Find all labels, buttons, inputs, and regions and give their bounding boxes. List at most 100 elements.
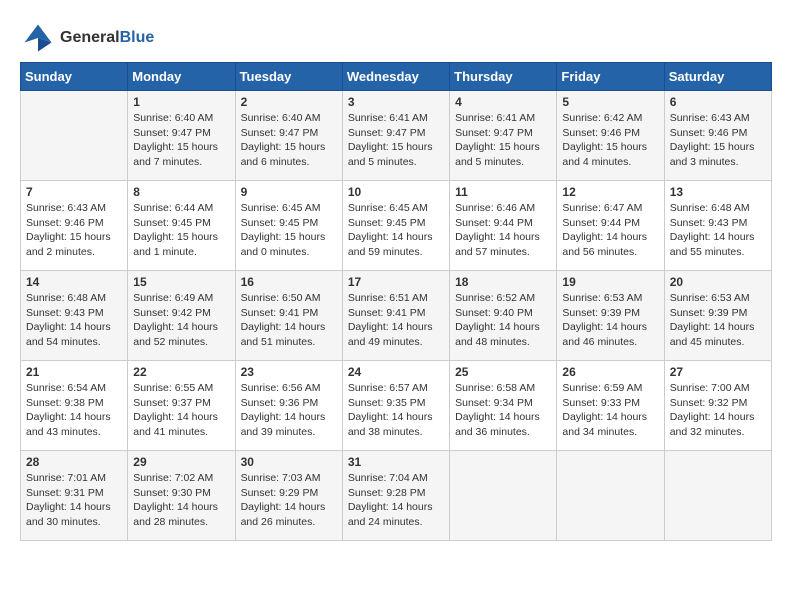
calendar-cell: 27 Sunrise: 7:00 AM Sunset: 9:32 PM Dayli… [664,361,771,451]
day-info: Sunrise: 6:48 AM Sunset: 9:43 PM Dayligh… [26,291,122,350]
day-info: Sunrise: 6:55 AM Sunset: 9:37 PM Dayligh… [133,381,229,440]
calendar-cell: 21 Sunrise: 6:54 AM Sunset: 9:38 PM Dayli… [21,361,128,451]
day-header-sunday: Sunday [21,63,128,91]
day-info: Sunrise: 6:40 AM Sunset: 9:47 PM Dayligh… [133,111,229,170]
day-number: 7 [26,185,122,199]
calendar-cell [557,451,664,541]
calendar-cell: 24 Sunrise: 6:57 AM Sunset: 9:35 PM Dayli… [342,361,449,451]
calendar-cell: 1 Sunrise: 6:40 AM Sunset: 9:47 PM Daylig… [128,91,235,181]
calendar-cell: 14 Sunrise: 6:48 AM Sunset: 9:43 PM Dayli… [21,271,128,361]
day-number: 4 [455,95,551,109]
day-number: 15 [133,275,229,289]
day-info: Sunrise: 6:58 AM Sunset: 9:34 PM Dayligh… [455,381,551,440]
day-number: 29 [133,455,229,469]
day-number: 18 [455,275,551,289]
calendar-cell: 16Sunrise: 6:50 AM Sunset: 9:41 PM Dayli… [235,271,342,361]
day-number: 1 [133,95,229,109]
day-number: 9 [241,185,337,199]
calendar-cell [21,91,128,181]
day-number: 28 [26,455,122,469]
calendar-body: 1 Sunrise: 6:40 AM Sunset: 9:47 PM Daylig… [21,91,772,541]
calendar-cell [664,451,771,541]
day-info: Sunrise: 7:01 AM Sunset: 9:31 PM Dayligh… [26,471,122,530]
calendar-cell: 22 Sunrise: 6:55 AM Sunset: 9:37 PM Dayli… [128,361,235,451]
day-header-thursday: Thursday [450,63,557,91]
day-number: 22 [133,365,229,379]
day-info: Sunrise: 6:49 AM Sunset: 9:42 PM Dayligh… [133,291,229,350]
day-info: Sunrise: 6:52 AM Sunset: 9:40 PM Dayligh… [455,291,551,350]
calendar-cell: 30 Sunrise: 7:03 AM Sunset: 9:29 PM Dayli… [235,451,342,541]
day-info: Sunrise: 6:54 AM Sunset: 9:38 PM Dayligh… [26,381,122,440]
day-header-tuesday: Tuesday [235,63,342,91]
day-info: Sunrise: 6:56 AM Sunset: 9:36 PM Dayligh… [241,381,337,440]
calendar-cell: 9 Sunrise: 6:45 AM Sunset: 9:45 PM Daylig… [235,181,342,271]
logo: GeneralBlue [20,20,154,56]
calendar-header: SundayMondayTuesdayWednesdayThursdayFrid… [21,63,772,91]
calendar-cell [450,451,557,541]
day-number: 12 [562,185,658,199]
day-header-monday: Monday [128,63,235,91]
day-number: 21 [26,365,122,379]
day-info: Sunrise: 7:03 AM Sunset: 9:29 PM Dayligh… [241,471,337,530]
page-header: GeneralBlue [20,20,772,56]
calendar-cell: 5 Sunrise: 6:42 AM Sunset: 9:46 PM Daylig… [557,91,664,181]
day-number: 30 [241,455,337,469]
day-info: Sunrise: 7:02 AM Sunset: 9:30 PM Dayligh… [133,471,229,530]
calendar-cell: 17 Sunrise: 6:51 AM Sunset: 9:41 PM Dayli… [342,271,449,361]
day-number: 19 [562,275,658,289]
calendar-cell: 10 Sunrise: 6:45 AM Sunset: 9:45 PM Dayli… [342,181,449,271]
day-number: 13 [670,185,766,199]
day-number: 8 [133,185,229,199]
calendar-cell: 18 Sunrise: 6:52 AM Sunset: 9:40 PM Dayli… [450,271,557,361]
day-info: Sunrise: 6:51 AM Sunset: 9:41 PM Dayligh… [348,291,444,350]
day-info: Sunrise: 6:44 AM Sunset: 9:45 PM Dayligh… [133,201,229,260]
day-info: Sunrise: 6:41 AM Sunset: 9:47 PM Dayligh… [348,111,444,170]
calendar-cell: 6Sunrise: 6:43 AM Sunset: 9:46 PM Daylig… [664,91,771,181]
day-header-wednesday: Wednesday [342,63,449,91]
day-info: Sunrise: 6:43 AM Sunset: 9:46 PM Dayligh… [26,201,122,260]
day-info: Sunrise: 6:53 AM Sunset: 9:39 PM Dayligh… [562,291,658,350]
day-header-saturday: Saturday [664,63,771,91]
calendar-cell: 7 Sunrise: 6:43 AM Sunset: 9:46 PM Daylig… [21,181,128,271]
day-number: 5 [562,95,658,109]
day-header-friday: Friday [557,63,664,91]
day-number: 3 [348,95,444,109]
calendar-week-5: 28 Sunrise: 7:01 AM Sunset: 9:31 PM Dayli… [21,451,772,541]
day-info: Sunrise: 6:45 AM Sunset: 9:45 PM Dayligh… [241,201,337,260]
calendar-cell: 13 Sunrise: 6:48 AM Sunset: 9:43 PM Dayli… [664,181,771,271]
calendar-cell: 12Sunrise: 6:47 AM Sunset: 9:44 PM Dayli… [557,181,664,271]
day-number: 10 [348,185,444,199]
calendar-cell: 26 Sunrise: 6:59 AM Sunset: 9:33 PM Dayli… [557,361,664,451]
calendar-cell: 11Sunrise: 6:46 AM Sunset: 9:44 PM Dayli… [450,181,557,271]
day-number: 24 [348,365,444,379]
calendar-cell: 20Sunrise: 6:53 AM Sunset: 9:39 PM Dayli… [664,271,771,361]
day-info: Sunrise: 6:59 AM Sunset: 9:33 PM Dayligh… [562,381,658,440]
logo-text: GeneralBlue [60,29,154,47]
day-number: 2 [241,95,337,109]
day-info: Sunrise: 7:00 AM Sunset: 9:32 PM Dayligh… [670,381,766,440]
day-info: Sunrise: 6:42 AM Sunset: 9:46 PM Dayligh… [562,111,658,170]
calendar-cell: 28 Sunrise: 7:01 AM Sunset: 9:31 PM Dayli… [21,451,128,541]
day-number: 27 [670,365,766,379]
calendar-week-3: 14 Sunrise: 6:48 AM Sunset: 9:43 PM Dayli… [21,271,772,361]
day-info: Sunrise: 6:41 AM Sunset: 9:47 PM Dayligh… [455,111,551,170]
calendar-cell: 8 Sunrise: 6:44 AM Sunset: 9:45 PM Daylig… [128,181,235,271]
day-info: Sunrise: 6:40 AM Sunset: 9:47 PM Dayligh… [241,111,337,170]
day-info: Sunrise: 6:48 AM Sunset: 9:43 PM Dayligh… [670,201,766,260]
day-number: 14 [26,275,122,289]
day-info: Sunrise: 6:50 AM Sunset: 9:41 PM Dayligh… [241,291,337,350]
calendar-cell: 15 Sunrise: 6:49 AM Sunset: 9:42 PM Dayli… [128,271,235,361]
calendar-cell: 4 Sunrise: 6:41 AM Sunset: 9:47 PM Daylig… [450,91,557,181]
day-number: 17 [348,275,444,289]
calendar-cell: 2 Sunrise: 6:40 AM Sunset: 9:47 PM Daylig… [235,91,342,181]
day-number: 11 [455,185,551,199]
day-number: 20 [670,275,766,289]
day-info: Sunrise: 6:57 AM Sunset: 9:35 PM Dayligh… [348,381,444,440]
day-info: Sunrise: 6:45 AM Sunset: 9:45 PM Dayligh… [348,201,444,260]
day-number: 31 [348,455,444,469]
day-number: 6 [670,95,766,109]
day-number: 23 [241,365,337,379]
day-number: 26 [562,365,658,379]
calendar-cell: 23 Sunrise: 6:56 AM Sunset: 9:36 PM Dayli… [235,361,342,451]
calendar-week-1: 1 Sunrise: 6:40 AM Sunset: 9:47 PM Daylig… [21,91,772,181]
